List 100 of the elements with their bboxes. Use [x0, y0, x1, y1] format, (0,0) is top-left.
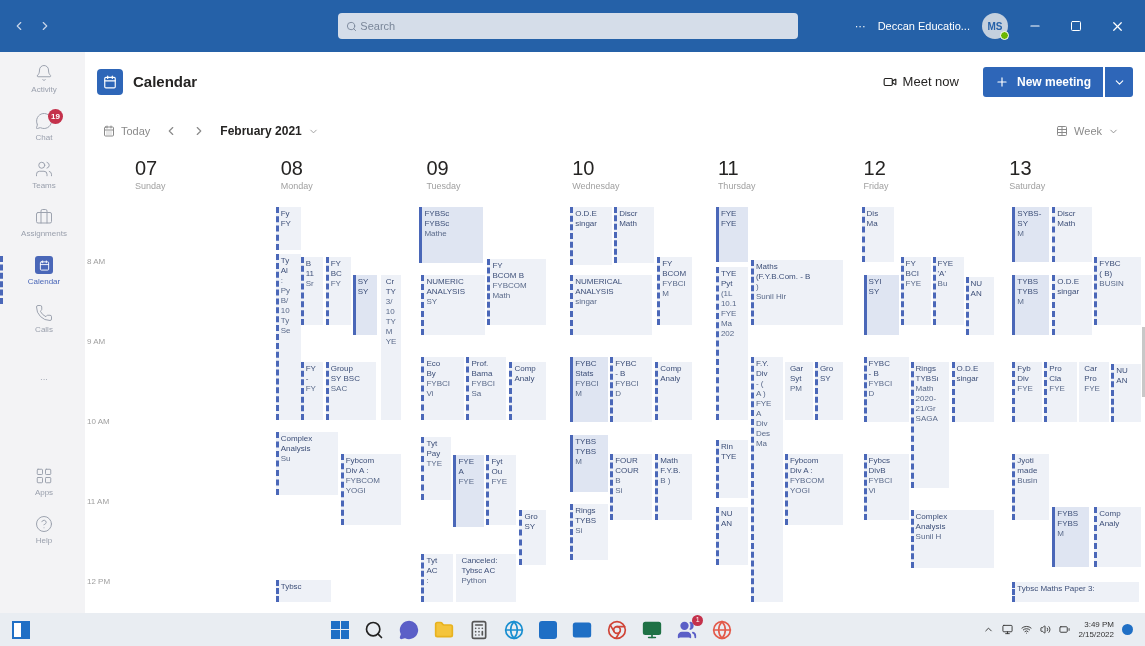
new-meeting-button[interactable]: New meeting — [983, 67, 1103, 97]
event-block[interactable]: FYBC ( B) BUSIN — [1094, 257, 1142, 325]
event-block[interactable]: Rin TYE — [715, 440, 748, 498]
app-tile-icon[interactable] — [539, 620, 558, 639]
event-block[interactable]: Tyt AC : — [421, 554, 454, 602]
maximize-icon — [1070, 20, 1082, 32]
event-block[interactable]: Ty Al : Py B/ 10 Ty Se — [275, 254, 301, 420]
month-picker[interactable]: February 2021 — [220, 122, 319, 140]
event-block[interactable]: Dis Ma — [861, 207, 894, 262]
event-block[interactable]: FY BC FY — [325, 257, 351, 325]
chat-icon[interactable] — [399, 619, 420, 640]
day-number: 09 — [426, 156, 450, 180]
event-block[interactable]: FY BCOM B FYBCOM Math — [487, 259, 547, 325]
hour-label: 8 AM — [87, 256, 106, 268]
event-block[interactable]: Fybcom Div A : FYBCOM YOGI — [340, 454, 401, 525]
event-block[interactable]: FYBSc FYBSc Mathe — [419, 207, 484, 263]
event-block[interactable]: Jyoti made Busin — [1012, 454, 1050, 520]
event-block[interactable]: Pro Cla FYE — [1044, 362, 1078, 422]
event-block[interactable]: Rings TYBS Si — [570, 504, 609, 560]
event-block[interactable]: Fybcs DivB FYBCI Vi — [863, 454, 909, 520]
view-picker[interactable]: Week — [1056, 122, 1119, 140]
event-block[interactable]: B 11 Sr — [300, 257, 323, 325]
rail-item[interactable]: Chat 19 — [0, 112, 85, 160]
event-block[interactable]: Discr Math — [614, 207, 655, 263]
event-block[interactable]: NU AN — [1111, 364, 1142, 422]
chat-icon — [35, 112, 53, 130]
hour-label: 9 AM — [87, 336, 106, 348]
event-block[interactable]: Eco By FYBCI Vi — [421, 357, 465, 420]
event-block[interactable]: FYBS FYBS M — [1052, 507, 1090, 567]
event-block[interactable]: Canceled: Tybsc AC Python — [456, 554, 517, 602]
event-block[interactable]: Fyt Ou FYE — [486, 455, 517, 525]
meet-now-button[interactable]: Meet now — [882, 72, 959, 92]
event-block[interactable]: NUMERIC ANALYSIS SY — [421, 275, 486, 335]
calculator-icon[interactable] — [469, 619, 490, 640]
event-block[interactable]: Cr TY 3/ 10 TY M YE — [380, 275, 401, 420]
browser-icon[interactable] — [607, 619, 628, 640]
event-block[interactable]: FYBC - B FYBCI D — [863, 357, 909, 422]
battery-icon[interactable] — [1059, 624, 1071, 635]
widgets-icon[interactable] — [12, 620, 30, 639]
event-block[interactable]: TYE Pyt (1L 10.1 FYE Ma 202 — [715, 267, 748, 420]
event-block[interactable]: Complex Analysis Su — [275, 432, 338, 495]
today-button[interactable]: Today — [103, 122, 151, 140]
people-icon[interactable] — [677, 619, 698, 640]
monitor-icon[interactable] — [642, 619, 663, 640]
speaker-icon[interactable] — [1040, 624, 1052, 635]
event-block[interactable]: Gro SY — [519, 510, 547, 565]
day-number: 08 — [280, 156, 304, 180]
event-block[interactable]: FYE A FYE — [453, 455, 485, 527]
event-block[interactable]: O.D.E singar — [570, 207, 613, 265]
event-block[interactable]: NU AN — [965, 277, 994, 335]
event-block[interactable]: Fy FY — [275, 207, 301, 250]
event-block[interactable]: Tybsc Maths Paper 3: — [1012, 582, 1140, 602]
wifi-icon[interactable] — [1021, 624, 1033, 635]
event-block[interactable]: TYBS TYBS M — [570, 435, 609, 492]
rail-item[interactable]: Calendar — [0, 256, 85, 304]
event-block[interactable]: Tybsc — [275, 580, 331, 602]
event-block[interactable]: SYI SY — [863, 275, 899, 335]
event-block[interactable]: Gro SY — [814, 362, 843, 420]
event-block[interactable]: FYE FYE — [715, 207, 748, 262]
event-block[interactable]: Comp Analy — [1094, 507, 1142, 567]
event-block[interactable]: TYBS TYBS M — [1012, 275, 1050, 335]
search-icon[interactable] — [364, 619, 385, 640]
event-block[interactable]: FYBC - B FYBCI D — [610, 357, 653, 422]
globe-icon[interactable] — [504, 619, 525, 640]
event-block[interactable]: FYBC Stats FYBCI M — [570, 357, 609, 422]
event-block[interactable]: Fybcom Div A : FYBCOM YOGI — [784, 454, 843, 525]
event-block[interactable]: Group SY BSC SAC — [325, 362, 376, 420]
event-block[interactable]: Rings TYBSı Math 2020- 21/Gr SAGA — [910, 362, 949, 488]
event-block[interactable]: SY SY — [352, 275, 377, 335]
start-icon[interactable] — [331, 620, 350, 639]
event-block[interactable]: Prof. Bama FYBCI Sa — [466, 357, 507, 420]
event-block[interactable]: Comp Analy — [655, 362, 693, 420]
event-block[interactable]: Complex Analysis Sunil H — [910, 510, 994, 568]
event-block[interactable]: NUMERICAL ANALYSIS singar — [570, 275, 653, 335]
hour-label: 10 AM — [87, 416, 110, 428]
event-block[interactable]: NU AN — [715, 507, 748, 565]
event-block[interactable]: FY BCI FYE — [900, 257, 931, 325]
event-block[interactable]: FY BCOM FYBCI M — [657, 257, 693, 325]
event-block[interactable]: SYBS- SY M — [1012, 207, 1050, 262]
event-block[interactable]: O.D.E singar — [1052, 275, 1093, 335]
globe-icon[interactable] — [712, 619, 733, 640]
event-block[interactable]: FOUR COUR B Si — [610, 454, 653, 520]
event-block[interactable]: Fyb Div FYE — [1012, 362, 1043, 422]
event-block[interactable]: Math F.Y.B. B ) — [655, 454, 693, 520]
event-block[interactable]: Comp Analy — [509, 362, 547, 420]
event-block[interactable]: Car Pro FYE — [1079, 362, 1110, 422]
event-block[interactable]: F.Y. Div - ( A ) FYE A Div Des Ma — [750, 357, 783, 602]
calendar-icon — [103, 125, 115, 137]
event-block[interactable]: O.D.E singar — [951, 362, 994, 422]
more-button[interactable]: ··· — [854, 17, 866, 35]
display-icon[interactable] — [1002, 624, 1014, 635]
avatar[interactable]: MS — [982, 13, 1008, 39]
search-field[interactable]: Search — [338, 13, 799, 39]
event-block[interactable]: Tyt Pay TYE — [421, 437, 452, 500]
event-block[interactable]: FYE 'A' Bu — [932, 257, 964, 325]
event-block[interactable]: FY - FY — [300, 362, 323, 420]
event-block[interactable]: Gar Syt PM — [784, 362, 813, 420]
event-block[interactable]: Maths (F.Y.B.Com. - B ) Sunil Hir — [750, 260, 843, 325]
weekday-label: Saturday — [1009, 180, 1047, 193]
event-block[interactable]: Discr Math — [1052, 207, 1093, 262]
